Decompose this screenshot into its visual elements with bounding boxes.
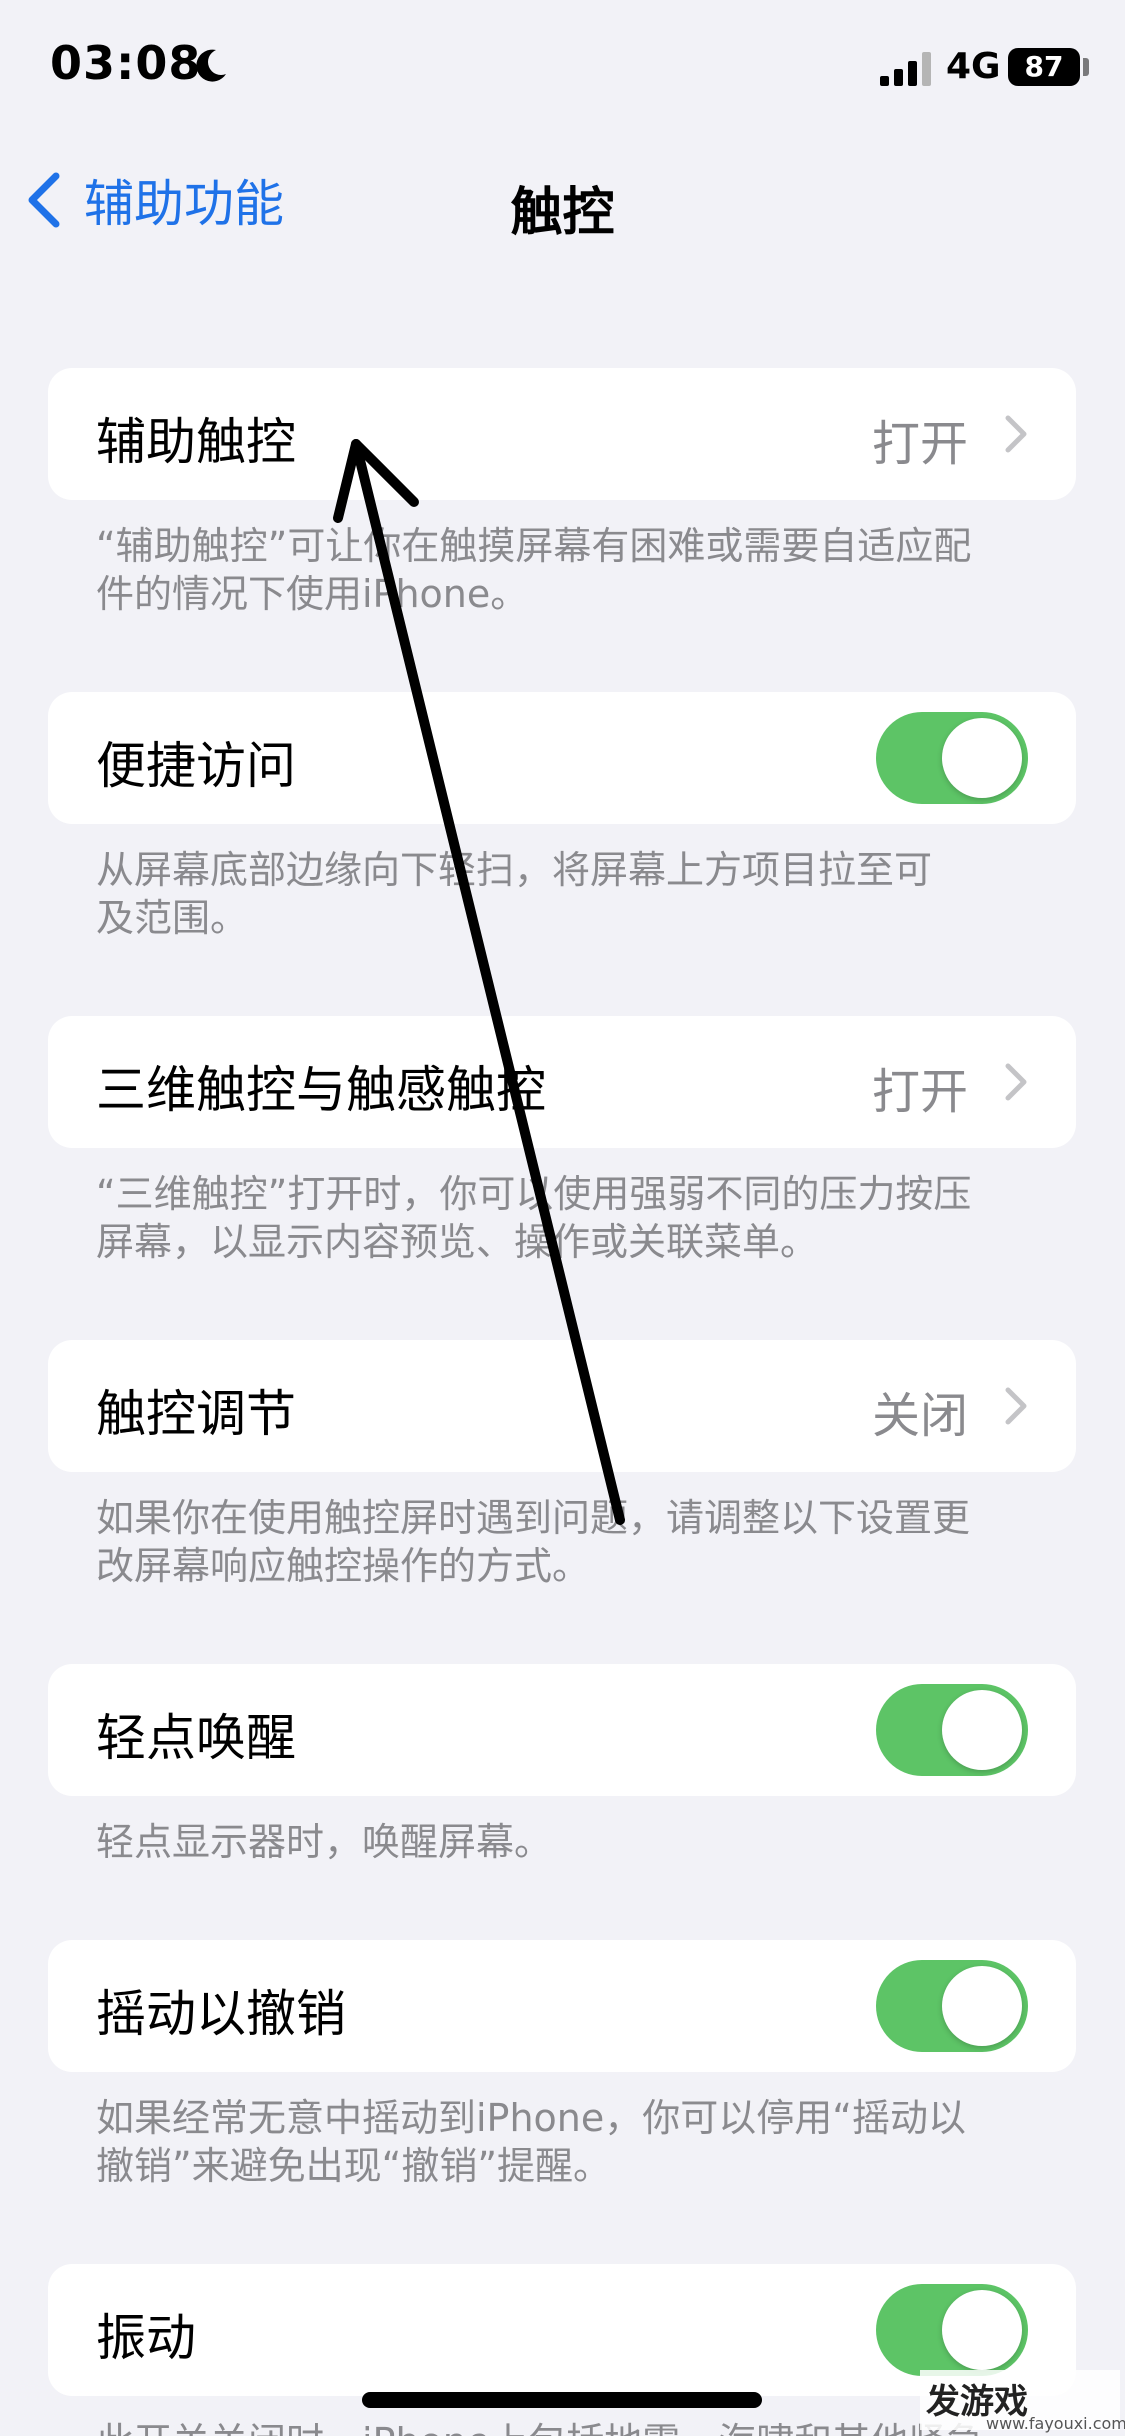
row-label: 辅助触控 xyxy=(96,413,296,471)
row-label: 三维触控与触感触控 xyxy=(96,1061,546,1119)
network-label: 4G xyxy=(946,46,1001,87)
toggle-knob xyxy=(942,718,1022,798)
footnote-reachability: 从屏幕底部边缘向下轻扫，将屏幕上方项目拉至可 及范围。 xyxy=(96,848,933,940)
status-time: 03:08 xyxy=(50,36,202,90)
row-reachability: 便捷访问 xyxy=(48,692,1076,824)
row-label: 触控调节 xyxy=(96,1385,296,1443)
footnote-shake-to-undo: 如果经常无意中摇动到iPhone，你可以停用“摇动以 撤销”来避免出现“撤销”提… xyxy=(96,2096,966,2188)
footnote-3d-haptic-touch: “三维触控”打开时，你可以使用强弱不同的压力按压 屏幕，以显示内容预览、操作或关… xyxy=(96,1172,972,1264)
chevron-right-icon xyxy=(1005,1387,1027,1425)
home-indicator[interactable] xyxy=(362,2392,762,2408)
back-label: 辅助功能 xyxy=(84,175,284,233)
row-label: 便捷访问 xyxy=(96,737,296,795)
footnote-assistive-touch: “辅助触控”可让你在触摸屏幕有困难或需要自适应配 件的情况下使用iPhone。 xyxy=(96,524,972,616)
row-assistive-touch[interactable]: 辅助触控 打开 xyxy=(48,368,1076,500)
chevron-right-icon xyxy=(1005,415,1027,453)
toggle-knob xyxy=(942,1690,1022,1770)
row-label: 振动 xyxy=(96,2309,196,2367)
row-3d-haptic-touch[interactable]: 三维触控与触感触控 打开 xyxy=(48,1016,1076,1148)
moon-icon xyxy=(196,49,226,82)
tap-to-wake-toggle[interactable] xyxy=(876,1684,1028,1776)
navigation-bar: 触控 辅助功能 xyxy=(0,150,1125,250)
battery-cap xyxy=(1083,58,1089,76)
reachability-toggle[interactable] xyxy=(876,712,1028,804)
watermark-url: www.fayouxi.com xyxy=(986,2414,1125,2433)
toggle-knob xyxy=(942,1966,1022,2046)
chevron-left-icon xyxy=(28,172,60,228)
row-tap-to-wake: 轻点唤醒 xyxy=(48,1664,1076,1796)
row-value: 打开 xyxy=(871,1064,968,1120)
shake-to-undo-toggle[interactable] xyxy=(876,1960,1028,2052)
battery-icon: 87 xyxy=(1008,48,1080,86)
row-value: 打开 xyxy=(871,416,968,472)
footnote-tap-to-wake: 轻点显示器时，唤醒屏幕。 xyxy=(96,1820,553,1864)
row-label: 摇动以撤销 xyxy=(96,1985,346,2043)
watermark: 发游戏 www.fayouxi.com xyxy=(920,2370,1125,2433)
footnote-touch-accommodations: 如果你在使用触控屏时遇到问题，请调整以下设置更 改屏幕响应触控操作的方式。 xyxy=(96,1496,971,1588)
status-bar: 03:08 4G 87 xyxy=(0,0,1125,140)
row-value: 关闭 xyxy=(871,1388,968,1444)
signal-icon xyxy=(880,52,931,86)
toggle-knob xyxy=(942,2290,1022,2370)
row-touch-accommodations[interactable]: 触控调节 关闭 xyxy=(48,1340,1076,1472)
footnote-vibration: 此开关关闭时，iPhone上包括地震、海啸和其他紧急 xyxy=(96,2418,1036,2436)
chevron-right-icon xyxy=(1005,1063,1027,1101)
back-button[interactable]: 辅助功能 xyxy=(24,170,284,233)
row-label: 轻点唤醒 xyxy=(96,1709,296,1767)
row-shake-to-undo: 摇动以撤销 xyxy=(48,1940,1076,2072)
vibration-toggle[interactable] xyxy=(876,2284,1028,2376)
